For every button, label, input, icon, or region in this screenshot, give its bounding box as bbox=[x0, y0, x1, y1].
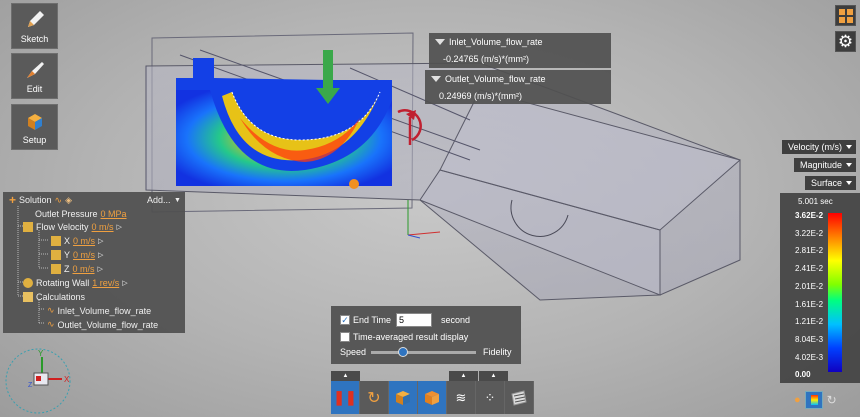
fidelity-label: Fidelity bbox=[483, 347, 512, 357]
streamlines-button[interactable]: ≋ bbox=[447, 381, 476, 414]
inlet-name: Inlet_Volume_flow_rate bbox=[449, 37, 543, 47]
settings-button[interactable]: ⚙ bbox=[835, 31, 856, 52]
outlet-name: Outlet_Volume_flow_rate bbox=[445, 74, 546, 84]
legend-tick-label: 1.21E-2 bbox=[795, 317, 824, 327]
legend-tick-label: 0.00 bbox=[795, 370, 811, 380]
reset-icon: ↻ bbox=[367, 389, 381, 407]
refresh-icon[interactable]: ↻ bbox=[827, 393, 837, 407]
sketch-button[interactable]: Sketch bbox=[11, 3, 58, 49]
slice-button[interactable] bbox=[505, 381, 534, 414]
collapse-triangle-icon bbox=[435, 39, 445, 45]
orientation-triad[interactable]: Y X Z bbox=[2, 347, 72, 417]
view-solid-button[interactable] bbox=[389, 381, 418, 414]
caret-up-icon: ▲ bbox=[490, 373, 497, 379]
legend-tick-label: 1.61E-2 bbox=[795, 299, 824, 309]
display-dropdown[interactable]: Surface bbox=[804, 176, 856, 190]
legend-tick-label: 4.02E-3 bbox=[795, 352, 824, 362]
end-time-unit: second bbox=[441, 315, 471, 325]
setup-button[interactable]: Setup bbox=[11, 104, 58, 150]
legend-time: 5.001 sec bbox=[798, 197, 833, 206]
legend-tick-label: 3.22E-2 bbox=[795, 228, 824, 238]
inlet-value: -0.24765 (m/s)*(mm²) bbox=[443, 54, 530, 64]
outlet-tooltip: Outlet_Volume_flow_rate 0.24969 (m/s)*(m… bbox=[425, 70, 611, 104]
streamlines-icon: ≋ bbox=[455, 389, 467, 405]
gear-icon: ⚙ bbox=[837, 32, 854, 51]
setup-label: Setup bbox=[22, 135, 47, 145]
speed-label: Speed bbox=[340, 347, 367, 357]
collapse-triangle-icon bbox=[431, 76, 441, 82]
legend-tick-label: 2.81E-2 bbox=[795, 246, 824, 256]
caret-up-icon: ▲ bbox=[460, 373, 467, 379]
pause-icon: ❚❚ bbox=[333, 389, 357, 405]
edit-label: Edit bbox=[26, 84, 43, 94]
legend-toggle-icon[interactable] bbox=[804, 391, 823, 409]
grid-icon bbox=[838, 8, 853, 23]
component-dropdown[interactable]: Magnitude bbox=[793, 158, 856, 172]
outlet-value: 0.24969 (m/s)*(mm²) bbox=[439, 91, 523, 101]
slice-plane-icon bbox=[511, 389, 527, 406]
edit-icon bbox=[26, 62, 44, 78]
inlet-tooltip: Inlet_Volume_flow_rate -0.24765 (m/s)*(m… bbox=[429, 33, 611, 68]
legend-tick-label: 2.41E-2 bbox=[795, 264, 824, 274]
pause-button[interactable]: ❚❚ bbox=[331, 381, 360, 414]
legend-tools: ● ↻ bbox=[794, 389, 856, 411]
legend-tick-label: 3.62E-2 bbox=[795, 211, 824, 220]
time-avg-label: Time-averaged result display bbox=[353, 332, 469, 342]
speed-slider-track[interactable] bbox=[371, 351, 476, 354]
view-transparent-button[interactable] bbox=[418, 381, 447, 414]
solution-tree-panel: + Solution ∿ ◈ Add... ▼ Outlet Pressure … bbox=[3, 192, 185, 333]
legend-color-bar bbox=[828, 213, 842, 372]
pencil-icon bbox=[27, 11, 44, 27]
cube-outline-icon bbox=[425, 390, 439, 405]
view-layout-button[interactable] bbox=[835, 5, 856, 26]
triad-z-label: Z bbox=[28, 382, 33, 389]
point-probe-icon[interactable]: ● bbox=[794, 394, 801, 406]
end-time-checkbox[interactable]: ✓ bbox=[340, 315, 350, 325]
expand-caret[interactable]: ▲ bbox=[479, 371, 508, 381]
sketch-label: Sketch bbox=[20, 34, 49, 44]
triad-x-label: X bbox=[64, 375, 70, 384]
edit-button[interactable]: Edit bbox=[11, 53, 58, 99]
end-time-input[interactable] bbox=[396, 313, 432, 327]
particles-icon: ⁘ bbox=[484, 389, 496, 405]
cube-icon bbox=[396, 390, 410, 405]
variable-dropdown[interactable]: Velocity (m/s) bbox=[781, 140, 856, 154]
triad-y-label: Y bbox=[38, 349, 44, 358]
speed-slider-handle[interactable] bbox=[397, 347, 408, 357]
setup-icon bbox=[27, 114, 42, 130]
legend-tick-label: 2.01E-2 bbox=[795, 281, 824, 291]
time-avg-checkbox[interactable] bbox=[340, 332, 350, 342]
expand-caret[interactable]: ▲ bbox=[449, 371, 478, 381]
playback-toolbar: ❚❚ ↻ ≋ ⁘ bbox=[331, 381, 534, 414]
legend-tick-label: 8.04E-3 bbox=[795, 334, 824, 344]
tree-lines bbox=[17, 206, 49, 324]
caret-up-icon: ▲ bbox=[342, 373, 349, 379]
reset-button[interactable]: ↻ bbox=[360, 381, 389, 414]
particles-button[interactable]: ⁘ bbox=[476, 381, 505, 414]
time-control-panel: ✓ End Time second Time-averaged result d… bbox=[331, 306, 521, 364]
end-time-label: End Time bbox=[353, 315, 392, 325]
expand-caret[interactable]: ▲ bbox=[331, 371, 360, 381]
